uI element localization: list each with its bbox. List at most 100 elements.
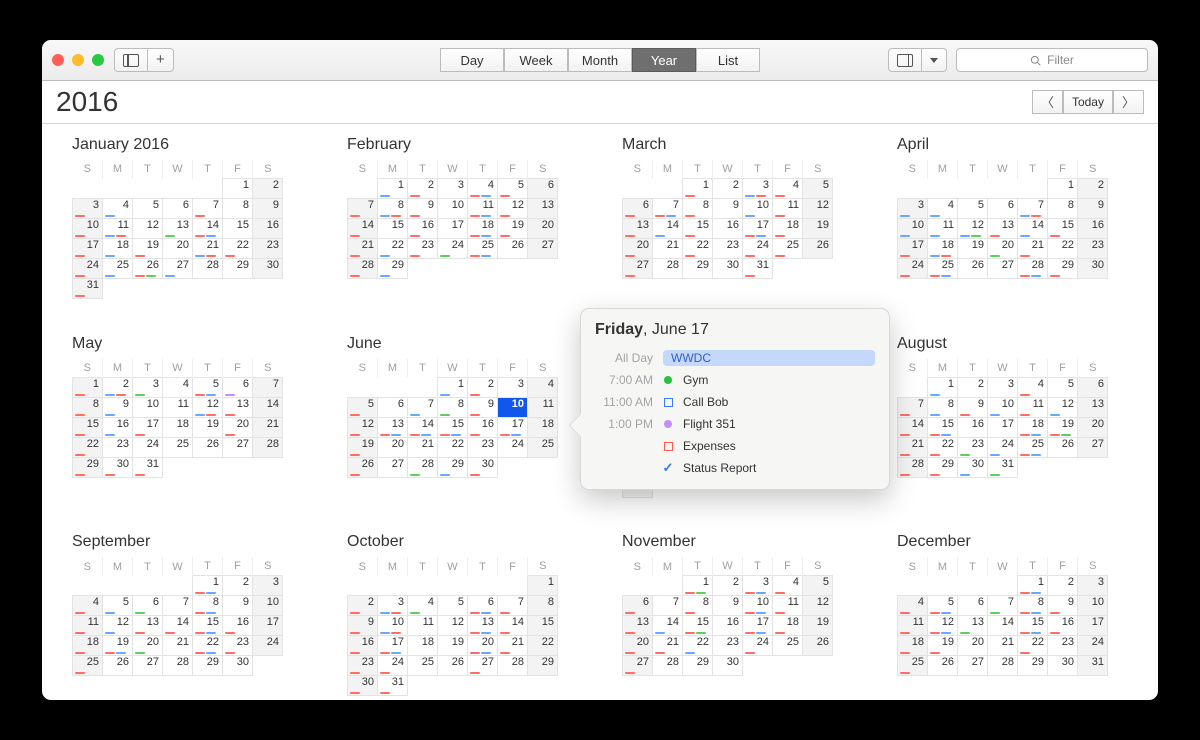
day-cell[interactable]: 6 (958, 596, 988, 616)
day-cell[interactable]: 27 (623, 656, 653, 676)
day-cell[interactable]: 8 (528, 596, 558, 616)
day-cell[interactable]: 12 (193, 397, 223, 417)
day-cell[interactable]: 31 (743, 259, 773, 279)
day-cell[interactable]: 25 (103, 259, 133, 279)
zoom-icon[interactable] (92, 54, 104, 66)
day-cell[interactable]: 31 (378, 676, 408, 696)
day-cell[interactable]: 15 (378, 219, 408, 239)
day-cell[interactable]: 13 (528, 199, 558, 219)
today-button[interactable]: Today (1063, 90, 1113, 114)
day-cell[interactable]: 18 (528, 417, 558, 437)
day-cell[interactable]: 5 (498, 179, 528, 199)
day-cell[interactable]: 25 (408, 656, 438, 676)
day-cell[interactable]: 26 (803, 636, 833, 656)
day-cell[interactable]: 16 (1048, 616, 1078, 636)
day-cell[interactable]: 11 (408, 616, 438, 636)
day-cell[interactable]: 21 (348, 239, 378, 259)
day-cell[interactable]: 10 (743, 199, 773, 219)
day-cell[interactable]: 16 (1078, 219, 1108, 239)
day-cell[interactable]: 18 (103, 239, 133, 259)
day-cell[interactable]: 25 (898, 656, 928, 676)
day-cell[interactable]: 23 (408, 239, 438, 259)
day-cell[interactable]: 17 (988, 417, 1018, 437)
day-cell[interactable]: 18 (468, 219, 498, 239)
day-cell[interactable]: 28 (988, 656, 1018, 676)
day-cell[interactable]: 7 (163, 596, 193, 616)
day-cell[interactable]: 25 (163, 437, 193, 457)
day-cell[interactable]: 15 (683, 219, 713, 239)
close-icon[interactable] (52, 54, 64, 66)
day-cell[interactable]: 9 (958, 397, 988, 417)
day-cell[interactable]: 22 (193, 636, 223, 656)
day-cell[interactable]: 24 (1078, 636, 1108, 656)
day-cell[interactable]: 20 (468, 636, 498, 656)
day-cell[interactable]: 18 (1018, 417, 1048, 437)
day-cell[interactable]: 29 (223, 259, 253, 279)
day-cell[interactable]: 2 (253, 179, 283, 199)
day-cell[interactable]: 14 (498, 616, 528, 636)
event-row[interactable]: ✓Status Report (595, 457, 875, 479)
day-cell[interactable]: 17 (133, 417, 163, 437)
day-cell[interactable]: 6 (623, 596, 653, 616)
day-cell[interactable]: 5 (103, 596, 133, 616)
day-cell[interactable]: 29 (928, 457, 958, 477)
day-cell[interactable]: 10 (133, 397, 163, 417)
day-cell[interactable]: 13 (623, 219, 653, 239)
day-cell[interactable]: 17 (1078, 616, 1108, 636)
day-cell[interactable]: 1 (73, 377, 103, 397)
day-cell[interactable]: 7 (898, 397, 928, 417)
day-cell[interactable]: 12 (803, 199, 833, 219)
day-cell[interactable]: 16 (408, 219, 438, 239)
day-cell[interactable]: 9 (713, 596, 743, 616)
day-cell[interactable]: 23 (468, 437, 498, 457)
day-cell[interactable]: 12 (498, 199, 528, 219)
day-cell[interactable]: 11 (528, 397, 558, 417)
day-cell[interactable]: 22 (683, 636, 713, 656)
day-cell[interactable]: 14 (898, 417, 928, 437)
day-cell[interactable]: 7 (653, 199, 683, 219)
day-cell[interactable]: 3 (73, 199, 103, 219)
day-cell[interactable]: 12 (958, 219, 988, 239)
day-cell[interactable]: 15 (1048, 219, 1078, 239)
day-cell[interactable]: 8 (683, 199, 713, 219)
day-cell[interactable]: 5 (1048, 377, 1078, 397)
day-cell[interactable]: 22 (528, 636, 558, 656)
day-cell[interactable]: 24 (498, 437, 528, 457)
day-cell[interactable]: 25 (773, 636, 803, 656)
day-cell[interactable]: 10 (378, 616, 408, 636)
inspector-menu-button[interactable] (921, 48, 947, 72)
day-cell[interactable]: 26 (498, 239, 528, 259)
day-cell[interactable]: 21 (653, 636, 683, 656)
day-cell[interactable]: 11 (73, 616, 103, 636)
day-cell[interactable]: 12 (1048, 397, 1078, 417)
event-row[interactable]: All DayWWDC (595, 347, 875, 369)
day-cell[interactable]: 19 (103, 636, 133, 656)
day-cell[interactable]: 22 (378, 239, 408, 259)
day-cell[interactable]: 23 (103, 437, 133, 457)
day-cell[interactable]: 25 (928, 259, 958, 279)
day-cell[interactable]: 24 (898, 259, 928, 279)
day-cell[interactable]: 8 (378, 199, 408, 219)
view-year[interactable]: Year (632, 48, 696, 72)
day-cell[interactable]: 4 (163, 377, 193, 397)
day-cell[interactable]: 7 (193, 199, 223, 219)
day-cell[interactable]: 30 (253, 259, 283, 279)
day-cell[interactable]: 7 (253, 377, 283, 397)
day-cell[interactable]: 7 (1018, 199, 1048, 219)
event-row[interactable]: 11:00 AMCall Bob (595, 391, 875, 413)
day-cell[interactable]: 27 (528, 239, 558, 259)
day-cell[interactable]: 15 (223, 219, 253, 239)
day-cell[interactable]: 23 (253, 239, 283, 259)
day-cell[interactable]: 9 (408, 199, 438, 219)
day-cell[interactable]: 4 (898, 596, 928, 616)
day-cell[interactable]: 19 (438, 636, 468, 656)
day-cell[interactable]: 13 (988, 219, 1018, 239)
day-cell[interactable]: 19 (348, 437, 378, 457)
day-cell[interactable]: 4 (528, 377, 558, 397)
day-cell[interactable]: 14 (163, 616, 193, 636)
day-cell[interactable]: 8 (223, 199, 253, 219)
day-cell[interactable]: 16 (223, 616, 253, 636)
day-cell[interactable]: 26 (1048, 437, 1078, 457)
day-cell[interactable]: 8 (1048, 199, 1078, 219)
day-cell[interactable]: 17 (743, 616, 773, 636)
